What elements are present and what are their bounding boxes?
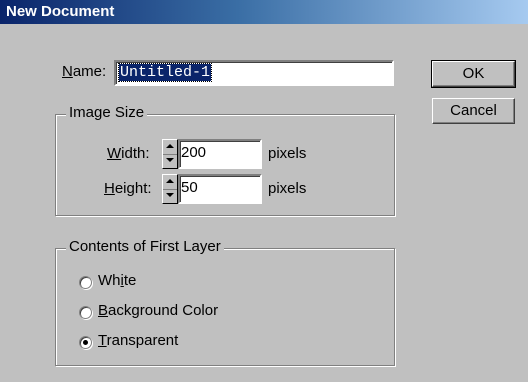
arrow-up-icon bbox=[166, 144, 174, 148]
radio-background-color-label[interactable]: Background Color bbox=[98, 302, 218, 319]
cancel-button[interactable]: Cancel bbox=[432, 98, 515, 124]
height-spinner[interactable] bbox=[162, 174, 178, 204]
radio-transparent-circle[interactable] bbox=[79, 336, 92, 349]
title-bar[interactable]: New Document bbox=[0, 0, 528, 24]
width-spinner[interactable] bbox=[162, 139, 178, 169]
radio-background-color-circle[interactable] bbox=[79, 306, 92, 319]
name-value: Untitled-1 bbox=[117, 63, 213, 82]
radio-white-circle[interactable] bbox=[79, 276, 92, 289]
height-unit: pixels bbox=[268, 180, 307, 197]
width-unit: pixels bbox=[268, 145, 307, 162]
radio-transparent-label[interactable]: Transparent bbox=[98, 332, 178, 349]
width-increment-button[interactable] bbox=[163, 140, 177, 155]
width-label: Width: bbox=[107, 145, 150, 162]
width-label-rest: idth: bbox=[121, 145, 150, 162]
height-label: Height: bbox=[104, 180, 152, 197]
image-size-legend: Image Size bbox=[66, 104, 148, 121]
name-label-rest: ame: bbox=[72, 63, 107, 80]
arrow-down-icon bbox=[166, 158, 174, 162]
width-input[interactable]: 200 bbox=[178, 139, 262, 169]
width-label-accel: W bbox=[107, 145, 122, 162]
radio-white-label-pre: Wh bbox=[98, 272, 121, 289]
ok-button[interactable]: OK bbox=[431, 60, 516, 88]
radio-white-label-post: te bbox=[123, 272, 137, 289]
radio-transparent-label-accel: T bbox=[98, 332, 107, 349]
window-title: New Document bbox=[6, 3, 115, 20]
radio-white-label[interactable]: White bbox=[98, 272, 136, 289]
height-decrement-button[interactable] bbox=[163, 189, 177, 203]
arrow-up-icon bbox=[166, 179, 174, 183]
radio-selected-dot bbox=[83, 340, 88, 345]
name-label-accel: N bbox=[62, 63, 73, 80]
name-input[interactable]: Untitled-1 bbox=[114, 60, 394, 86]
name-label: Name: bbox=[62, 63, 106, 80]
contents-legend: Contents of First Layer bbox=[66, 238, 224, 255]
arrow-down-icon bbox=[166, 193, 174, 197]
height-label-rest: eight: bbox=[114, 180, 152, 197]
width-decrement-button[interactable] bbox=[163, 154, 177, 168]
height-increment-button[interactable] bbox=[163, 175, 177, 190]
radio-background-color-label-post: ackground Color bbox=[108, 302, 219, 319]
height-input[interactable]: 50 bbox=[178, 174, 262, 204]
radio-transparent-label-post: ransparent bbox=[106, 332, 179, 349]
height-label-accel: H bbox=[104, 180, 115, 197]
radio-background-color-label-accel: B bbox=[98, 302, 109, 319]
